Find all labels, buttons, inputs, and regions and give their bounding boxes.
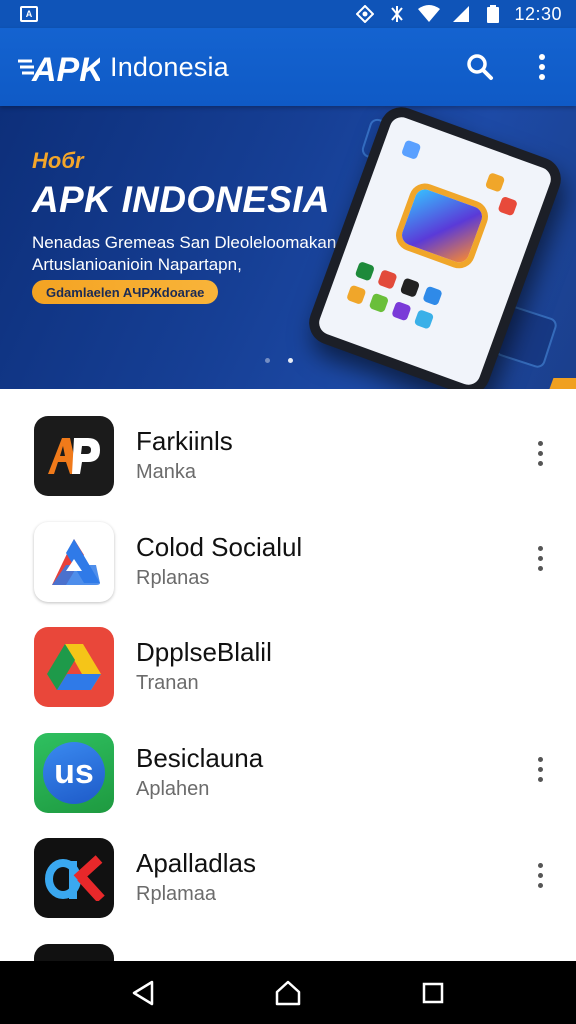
app-subtitle: Manka — [136, 461, 197, 483]
ap-logo-icon — [34, 416, 114, 496]
carousel-dot-active[interactable] — [288, 358, 293, 363]
recents-button[interactable] — [409, 969, 457, 1017]
nfc-icon — [354, 5, 376, 23]
home-button[interactable] — [264, 969, 312, 1017]
app-list: Farkiinls Manka Colod Socialul Rplanas D… — [0, 389, 576, 1024]
app-title: Indonesia — [110, 51, 229, 82]
back-icon — [132, 980, 153, 1005]
carousel-dot[interactable] — [265, 358, 270, 363]
app-name: Apalladlas — [136, 848, 256, 878]
app-bar: APK Indonesia — [0, 28, 576, 106]
more-vert-icon — [539, 54, 545, 80]
app-name: Colod Socialul — [136, 531, 303, 562]
search-icon — [467, 54, 493, 80]
carousel-indicator — [265, 358, 293, 363]
list-item[interactable]: Farkiinls Manka — [0, 389, 576, 496]
drive-triangle-icon — [34, 521, 114, 602]
item-more-button[interactable] — [528, 750, 552, 790]
list-item[interactable]: DpplseBlalil Tranan — [0, 600, 576, 707]
list-item[interactable]: Colod Socialul Rplanas — [0, 495, 576, 602]
back-button[interactable] — [119, 969, 167, 1017]
wifi-icon — [418, 5, 441, 23]
app-name: Besiclauna — [136, 742, 264, 773]
battery-icon — [482, 5, 504, 23]
banner-tag: Hoбr — [32, 148, 84, 173]
search-button[interactable] — [464, 47, 496, 87]
status-time: 12:30 — [514, 3, 562, 24]
banner-cta-button[interactable]: Gdamlaelen AЧPЖdoarae — [32, 280, 219, 304]
app-subtitle: Rplanas — [136, 566, 210, 589]
list-item[interactable]: us Besiclauna Aplahen — [0, 706, 576, 813]
banner-heading: APK INDONESIA — [32, 179, 330, 220]
recents-icon — [423, 982, 444, 1003]
app-tile-icon — [399, 186, 485, 266]
us-logo-icon: us — [34, 732, 114, 813]
app-logo[interactable]: APK — [18, 45, 100, 89]
app-name: DpplseBlalil — [136, 637, 272, 667]
item-more-button[interactable] — [528, 539, 552, 579]
vibrate-icon — [386, 5, 408, 23]
app-subtitle: Aplahen — [136, 777, 210, 800]
overflow-menu-button[interactable] — [526, 47, 558, 87]
banner-description: Nenadas Gremeas San Dleoleloomakan Artus… — [32, 233, 337, 274]
item-more-button[interactable] — [528, 855, 552, 895]
drive-triangle-red-icon — [34, 627, 114, 707]
notification-icon: A — [20, 6, 38, 22]
ak-logo-icon — [34, 838, 114, 918]
navigation-bar — [0, 961, 576, 1024]
app-name: Farkiinls — [136, 426, 233, 456]
promo-banner[interactable]: Hoбr APK INDONESIA Nenadas Gremeas San D… — [0, 106, 576, 389]
app-subtitle: Tranan — [136, 672, 199, 694]
decorative-shape — [542, 378, 576, 389]
svg-text:APK: APK — [31, 51, 100, 89]
item-more-button[interactable] — [528, 433, 552, 473]
signal-icon — [450, 5, 472, 23]
app-subtitle: Rplamaa — [136, 883, 217, 905]
home-icon — [275, 980, 301, 1005]
status-bar: A 12:30 — [0, 0, 576, 28]
list-item[interactable]: Apalladlas Rplamaa — [0, 811, 576, 918]
